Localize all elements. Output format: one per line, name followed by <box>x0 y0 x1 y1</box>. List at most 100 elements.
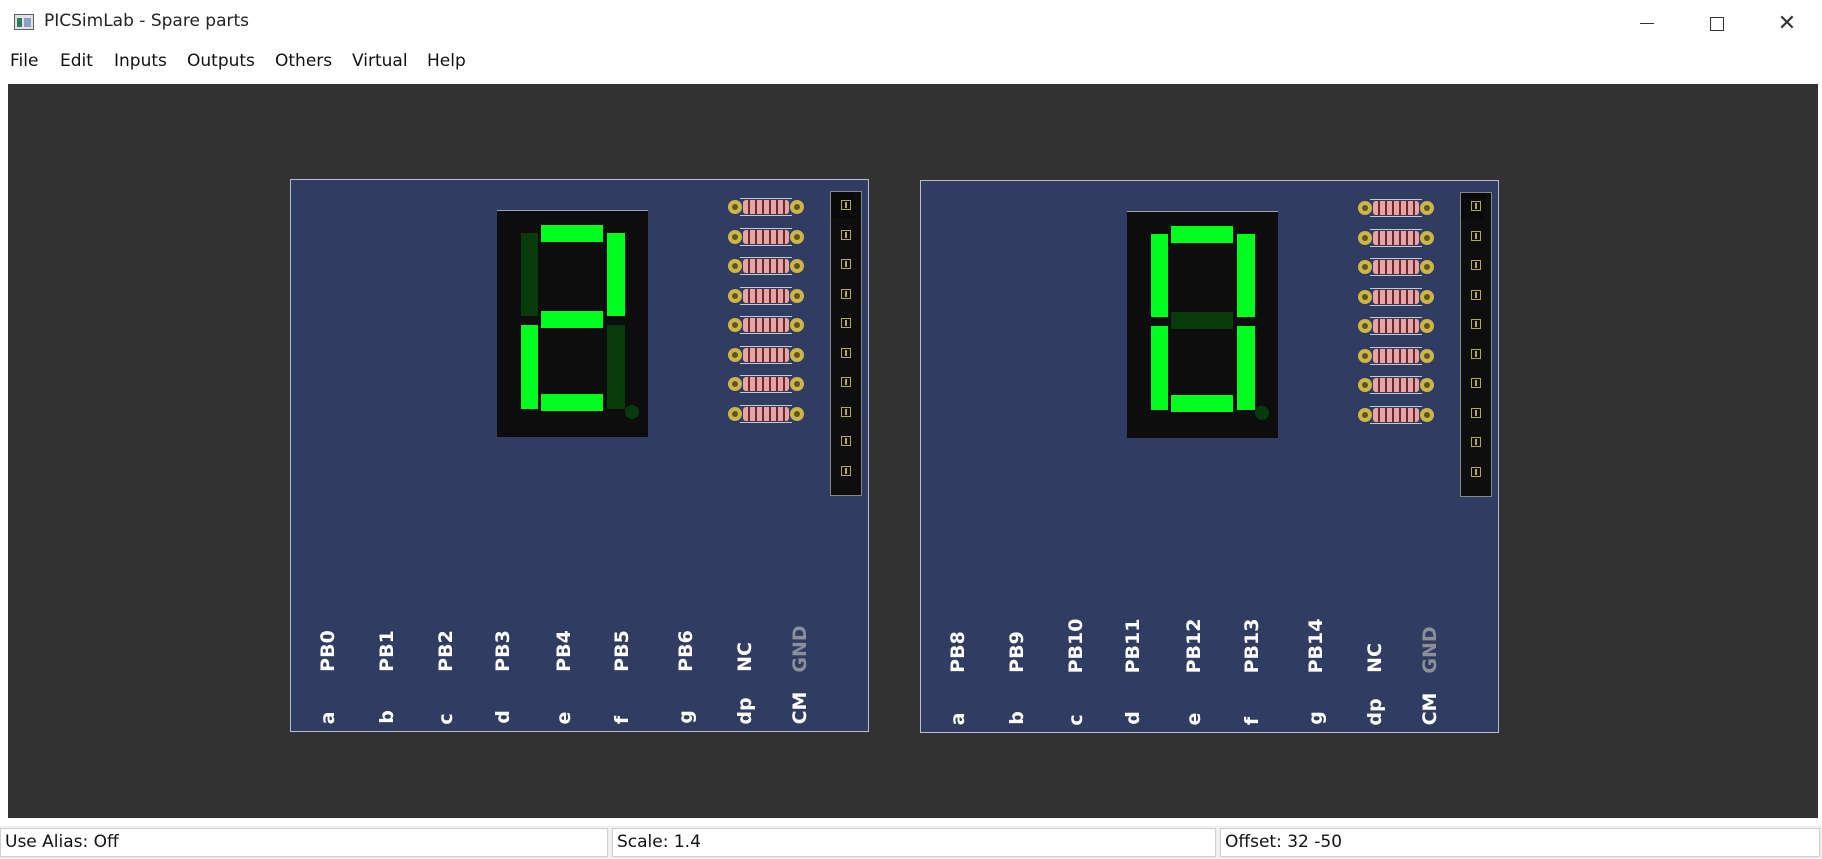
header-pin[interactable] <box>841 377 851 387</box>
segment-d <box>541 394 603 411</box>
pin-label-group: GND CM <box>1415 616 1445 726</box>
segment-name-label: d <box>492 710 514 724</box>
header-pin[interactable] <box>1471 230 1481 241</box>
minimize-icon <box>1640 23 1654 24</box>
header-pin[interactable] <box>841 465 851 476</box>
resistor <box>728 256 804 276</box>
pin-label-group: PB12 e <box>1179 616 1209 726</box>
pin-name-label: PB11 <box>1122 618 1144 673</box>
resistor <box>1358 228 1434 248</box>
segment-name-label: a <box>947 712 969 725</box>
pin-header <box>830 191 862 496</box>
header-pin[interactable] <box>841 200 851 210</box>
workspace-canvas[interactable]: PB0 a PB1 b PB2 c PB3 d PB4 e PB5 f PB6 g NC dp GND CM PB… <box>8 84 1818 818</box>
header-pin[interactable] <box>841 318 851 328</box>
resistor <box>1358 405 1434 425</box>
menu-virtual[interactable]: Virtual <box>352 51 408 71</box>
pin-label-group: NC dp <box>730 615 760 725</box>
segment-name-label: d <box>1122 711 1144 725</box>
pin-label-group: PB1 b <box>372 615 402 725</box>
segment-name-label: f <box>611 715 633 725</box>
status-bar: Use Alias: Off Scale: 1.4 Offset: 32 -50 <box>0 826 1822 859</box>
resistor <box>728 227 804 247</box>
resistor <box>728 315 804 335</box>
menu-outputs[interactable]: Outputs <box>187 51 255 71</box>
segment-a <box>541 225 603 242</box>
pin-label-group: PB6 g <box>671 615 701 725</box>
segment-name-label: b <box>1006 711 1028 725</box>
status-scale: Scale: 1.4 <box>612 828 1216 857</box>
seven-segment-display <box>1127 211 1278 438</box>
header-pin[interactable] <box>1471 378 1481 388</box>
segment-name-label: c <box>435 712 457 725</box>
segment-name-label: dp <box>734 696 756 725</box>
pin-label-group: PB14 g <box>1301 616 1331 726</box>
segment-b <box>1237 234 1255 317</box>
seven-segment-board[interactable]: PB8 a PB9 b PB10 c PB11 d PB12 e PB13 f PB14 g NC dp GND… <box>920 180 1499 733</box>
header-pin[interactable] <box>841 406 851 417</box>
header-pin[interactable] <box>1471 260 1481 270</box>
segment-e <box>521 325 538 409</box>
pin-label-group: PB5 f <box>607 615 637 725</box>
title-bar: PICSimLab - Spare parts ✕ <box>0 0 1822 47</box>
resistor <box>1358 346 1434 366</box>
segment-name-label: e <box>1183 712 1205 725</box>
segment-a <box>1171 226 1233 243</box>
seven-segment-board[interactable]: PB0 a PB1 b PB2 c PB3 d PB4 e PB5 f PB6 g NC dp GND CM <box>290 179 869 732</box>
window-title: PICSimLab - Spare parts <box>44 11 250 31</box>
pin-name-label: PB8 <box>947 631 969 673</box>
header-pin[interactable] <box>1471 201 1481 211</box>
menu-file[interactable]: File <box>10 51 38 71</box>
resistor <box>728 374 804 394</box>
header-pin[interactable] <box>841 259 851 269</box>
maximize-button[interactable] <box>1682 0 1752 47</box>
segment-f <box>521 233 538 316</box>
segment-name-label: c <box>1065 713 1087 726</box>
header-pin[interactable] <box>841 288 851 299</box>
minimize-button[interactable] <box>1612 0 1682 47</box>
pin-name-label: PB9 <box>1006 631 1028 673</box>
header-pin[interactable] <box>1471 319 1481 329</box>
pin-name-label: PB4 <box>553 630 575 672</box>
menu-help[interactable]: Help <box>427 51 466 71</box>
segment-name-label: b <box>376 710 398 724</box>
menu-edit[interactable]: Edit <box>60 51 93 71</box>
menu-others[interactable]: Others <box>275 51 332 71</box>
pin-name-label: PB13 <box>1241 618 1263 673</box>
segment-name-label: f <box>1241 716 1263 726</box>
close-button[interactable]: ✕ <box>1752 0 1822 47</box>
pin-name-label: GND <box>789 624 811 673</box>
header-pin[interactable] <box>841 347 851 358</box>
segment-e <box>1151 326 1168 410</box>
header-pin[interactable] <box>841 436 851 446</box>
segment-g <box>541 311 603 328</box>
menu-bar: File Edit Inputs Outputs Others Virtual … <box>0 47 1822 77</box>
menu-inputs[interactable]: Inputs <box>114 51 167 71</box>
maximize-icon <box>1710 16 1724 31</box>
resistor <box>1358 257 1434 277</box>
resistor <box>1358 375 1434 395</box>
segment-name-label: a <box>317 711 339 724</box>
pin-label-group: PB9 b <box>1002 616 1032 726</box>
pin-name-label: PB12 <box>1183 618 1205 673</box>
segment-name-label: g <box>675 710 697 724</box>
segment-name-label: dp <box>1364 697 1386 726</box>
pin-label-group: PB4 e <box>549 615 579 725</box>
header-pin[interactable] <box>1471 407 1481 418</box>
header-pin[interactable] <box>1471 466 1481 477</box>
pin-name-label: PB5 <box>611 630 633 672</box>
header-pin[interactable] <box>1471 289 1481 300</box>
resistor <box>1358 316 1434 336</box>
pin-name-label: PB3 <box>492 630 514 672</box>
segment-c <box>1237 326 1255 410</box>
header-pin[interactable] <box>841 229 851 240</box>
pin-label-group: PB8 a <box>943 616 973 726</box>
pin-label-group: PB10 c <box>1061 616 1091 726</box>
pin-header <box>1460 192 1492 497</box>
header-pin[interactable] <box>1471 437 1481 447</box>
resistor <box>1358 198 1434 218</box>
segment-name-label: CM <box>1419 692 1441 725</box>
seven-segment-display <box>497 210 648 437</box>
pin-name-label: PB1 <box>376 630 398 672</box>
header-pin[interactable] <box>1471 348 1481 359</box>
